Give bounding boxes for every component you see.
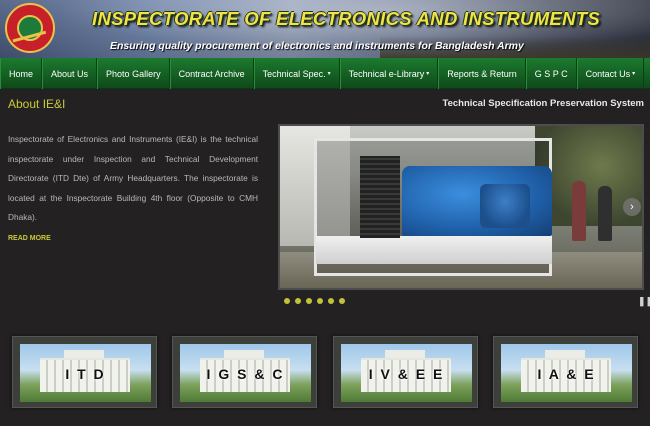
card-iae[interactable]: I A & E (493, 336, 638, 408)
chevron-down-icon: ▾ (632, 71, 636, 77)
nav-label: Reports & Return (447, 68, 517, 79)
card-itd[interactable]: I T D (12, 336, 157, 408)
about-description: Inspectorate of Electronics and Instrume… (8, 134, 258, 223)
image-slider[interactable]: › (278, 124, 644, 290)
slider-dot[interactable] (317, 298, 323, 304)
nav-item-home[interactable]: Home (0, 58, 43, 89)
site-header: INSPECTORATE OF ELECTRONICS AND INSTRUME… (0, 0, 650, 58)
slider-dot[interactable] (306, 298, 312, 304)
pause-icon[interactable]: ❚❚ (638, 296, 650, 307)
generator-radiator (360, 156, 400, 238)
building-image: I G S & C (180, 344, 311, 402)
card-ivee[interactable]: I V & E E (333, 336, 478, 408)
building-image: I T D (20, 344, 151, 402)
read-more-link[interactable]: READ MORE (8, 235, 51, 242)
nav-label: Contact Us (585, 68, 631, 79)
about-heading: About IE&I (8, 97, 66, 111)
nav-item-contract-archive[interactable]: Contract Archive (169, 58, 254, 89)
nav-label: Technical e-Library (348, 68, 425, 79)
nav-item-technical-spec[interactable]: Technical Spec. ▾ (253, 58, 340, 89)
slider-heading: Technical Specification Preservation Sys… (442, 98, 644, 109)
nav-label: Contract Archive (178, 68, 245, 79)
nav-label: Photo Gallery (106, 68, 161, 79)
nav-item-technical-e-library[interactable]: Technical e-Library ▾ (339, 58, 439, 89)
nav-label: About Us (51, 68, 89, 79)
card-label: I V & E E (368, 366, 445, 382)
nav-label: Technical Spec. (262, 68, 326, 79)
card-label: I T D (65, 366, 106, 382)
chevron-down-icon: ▾ (426, 71, 430, 77)
generator-base (316, 236, 552, 264)
site-subtitle: Ensuring quality procurement of electron… (110, 40, 524, 52)
person-figure (572, 181, 586, 241)
chevron-right-icon[interactable]: › (623, 198, 641, 216)
nav-item-gspc[interactable]: G S P C (525, 58, 577, 89)
slider-pagination (284, 298, 345, 304)
building-image: I A & E (501, 344, 632, 402)
nav-label: Home (9, 68, 34, 79)
building-image: I V & E E (341, 344, 472, 402)
card-igsc[interactable]: I G S & C (172, 336, 317, 408)
nav-item-about-us[interactable]: About Us (42, 58, 98, 89)
nav-item-photo-gallery[interactable]: Photo Gallery (97, 58, 170, 89)
slider-dot[interactable] (295, 298, 301, 304)
slider-dot[interactable] (328, 298, 334, 304)
card-label: I A & E (537, 366, 596, 382)
nav-item-reports-return[interactable]: Reports & Return (438, 58, 526, 89)
chevron-down-icon: ▾ (327, 71, 331, 77)
nav-item-contact-us[interactable]: Contact Us ▾ (576, 58, 645, 89)
slider-dot[interactable] (284, 298, 290, 304)
card-label: I G S & C (206, 366, 285, 382)
army-emblem-icon[interactable] (5, 3, 55, 53)
nav-label: G S P C (534, 68, 568, 79)
generator-alternator (480, 184, 530, 228)
main-nav: Home About Us Photo Gallery Contract Arc… (0, 58, 650, 89)
person-figure (598, 186, 612, 241)
site-title: INSPECTORATE OF ELECTRONICS AND INSTRUME… (92, 8, 600, 29)
slider-dot[interactable] (339, 298, 345, 304)
